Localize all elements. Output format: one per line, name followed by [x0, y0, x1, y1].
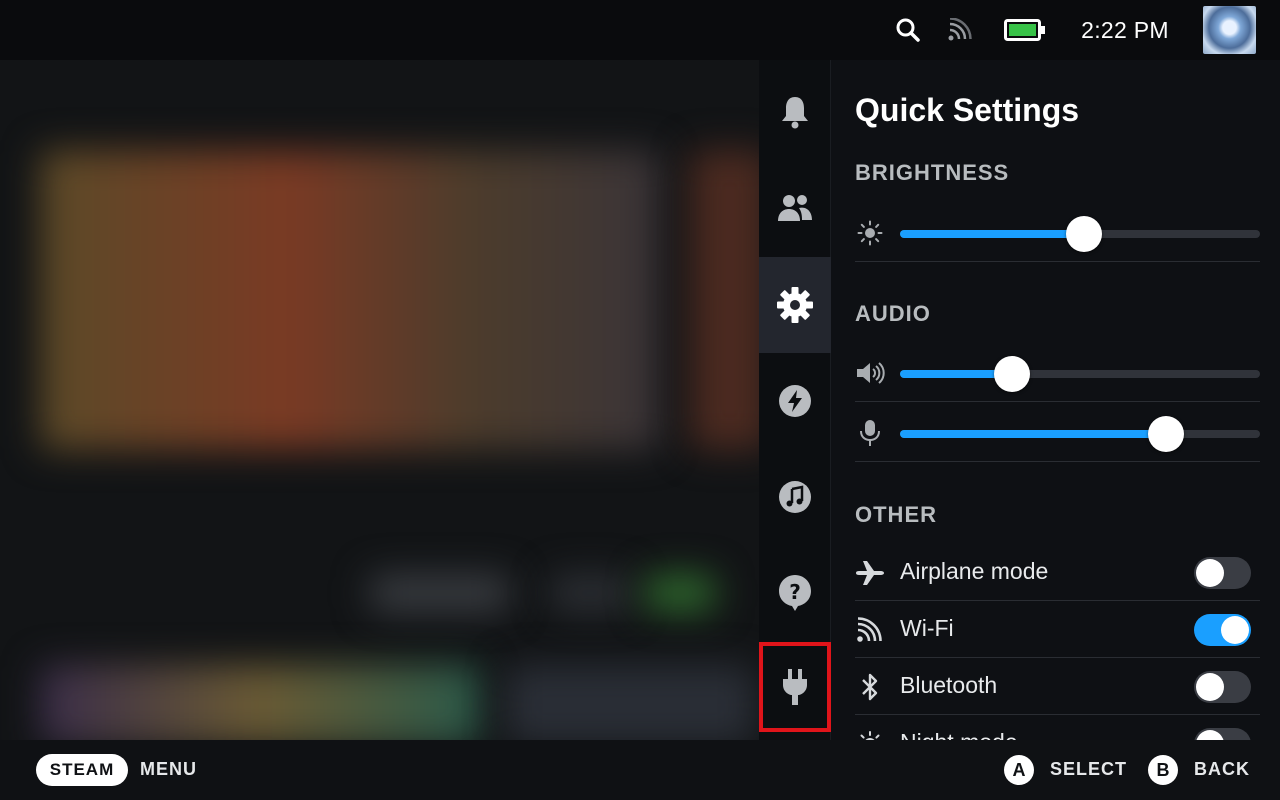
battery-icon — [1004, 19, 1045, 41]
night-mode-icon — [855, 729, 885, 740]
music-note-icon — [779, 481, 811, 513]
plug-icon — [783, 669, 807, 705]
tab-friends[interactable] — [759, 160, 831, 256]
quick-access-tabs: ? — [759, 60, 831, 740]
library-button-green — [645, 575, 715, 611]
wifi-toggle[interactable] — [1194, 614, 1251, 646]
tab-settings[interactable] — [759, 257, 831, 353]
avatar[interactable] — [1203, 6, 1256, 54]
svg-text:?: ? — [789, 580, 801, 604]
library-button — [550, 575, 630, 611]
wifi-icon — [855, 615, 885, 645]
brightness-fill — [900, 230, 1084, 238]
microphone-slider-row — [855, 402, 1260, 462]
a-button-glyph[interactable]: A — [1004, 755, 1034, 785]
airplane-mode-label: Airplane mode — [900, 558, 1049, 584]
tab-notifications[interactable] — [759, 64, 831, 160]
bluetooth-row[interactable]: Bluetooth — [855, 658, 1260, 715]
search-button[interactable] — [890, 0, 926, 60]
bluetooth-label: Bluetooth — [900, 672, 998, 698]
toggle-knob — [1196, 673, 1224, 701]
airplane-icon — [855, 558, 885, 588]
lightning-icon — [779, 385, 811, 417]
select-label: SELECT — [1050, 759, 1128, 779]
b-button-glyph[interactable]: B — [1148, 755, 1178, 785]
microphone-fill — [900, 430, 1167, 438]
tab-help[interactable]: ? — [759, 545, 831, 641]
volume-slider[interactable] — [900, 356, 1260, 392]
back-label: BACK — [1194, 759, 1250, 779]
wifi-label: Wi-Fi — [900, 615, 954, 641]
question-icon: ? — [779, 575, 811, 611]
night-mode-toggle[interactable] — [1194, 728, 1251, 740]
library-background — [0, 0, 760, 740]
tab-music[interactable] — [759, 449, 831, 545]
steam-button[interactable]: STEAM — [36, 754, 128, 786]
sun-icon — [855, 220, 885, 246]
toggle-knob — [1196, 559, 1224, 587]
toggle-knob — [1221, 616, 1249, 644]
battery-status[interactable] — [1002, 0, 1048, 60]
library-button — [370, 575, 510, 611]
microphone-knob[interactable] — [1148, 416, 1185, 452]
friends-icon — [778, 195, 812, 221]
panel-title: Quick Settings — [855, 92, 1080, 128]
featured-game-art-side — [690, 150, 760, 450]
gear-icon — [777, 287, 813, 323]
night-mode-row[interactable]: Night mode — [855, 715, 1260, 740]
clock: 2:22 PM — [1081, 16, 1169, 43]
speaker-icon — [855, 360, 885, 386]
network-status[interactable] — [944, 0, 976, 60]
library-tile — [505, 665, 755, 740]
brightness-knob[interactable] — [1065, 216, 1102, 252]
tab-performance[interactable] — [759, 353, 831, 449]
other-heading: OTHER — [855, 502, 937, 527]
search-icon — [896, 18, 920, 42]
bluetooth-icon — [855, 672, 885, 702]
wifi-signal-icon — [948, 18, 972, 41]
status-bar: 2:22 PM — [0, 0, 1280, 60]
airplane-mode-toggle[interactable] — [1194, 557, 1251, 589]
menu-label: MENU — [140, 759, 197, 779]
brightness-slider-row — [855, 202, 1260, 262]
audio-heading: AUDIO — [855, 301, 931, 326]
bottom-bar: STEAM MENU A SELECT B BACK — [0, 740, 1280, 800]
quick-settings-panel: Quick Settings BRIGHTNESS AUDIO OTHER Ai… — [831, 60, 1280, 740]
night-mode-label: Night mode — [900, 729, 1018, 740]
bell-icon — [782, 97, 808, 129]
microphone-slider[interactable] — [900, 416, 1260, 452]
volume-slider-row — [855, 342, 1260, 402]
toggle-knob — [1196, 730, 1224, 740]
brightness-heading: BRIGHTNESS — [855, 160, 1010, 185]
airplane-mode-row[interactable]: Airplane mode — [855, 544, 1260, 601]
volume-knob[interactable] — [993, 356, 1030, 392]
library-tile — [40, 665, 480, 740]
featured-game-art — [40, 150, 660, 450]
brightness-slider[interactable] — [900, 216, 1260, 252]
microphone-icon — [855, 420, 885, 446]
bluetooth-toggle[interactable] — [1194, 671, 1251, 703]
tab-power[interactable] — [759, 642, 831, 732]
wifi-row[interactable]: Wi-Fi — [855, 601, 1260, 658]
